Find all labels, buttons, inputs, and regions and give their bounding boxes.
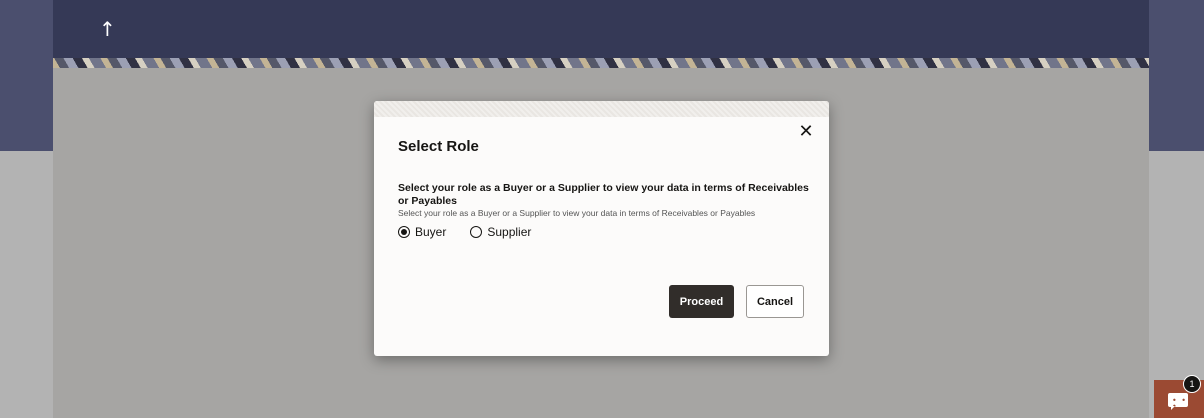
- radio-buyer-circle[interactable]: [398, 226, 410, 238]
- radio-buyer[interactable]: Buyer: [398, 225, 446, 239]
- radio-supplier-label[interactable]: Supplier: [487, 225, 531, 239]
- dialog-description-sub: Select your role as a Buyer or a Supplie…: [398, 208, 756, 218]
- dialog-description: Select your role as a Buyer or a Supplie…: [398, 182, 809, 207]
- chat-icon: • • •: [1168, 393, 1188, 411]
- top-header: [53, 0, 1149, 58]
- radio-supplier[interactable]: Supplier: [470, 225, 531, 239]
- dialog-title: Select Role: [398, 138, 479, 155]
- proceed-button[interactable]: Proceed: [669, 285, 734, 318]
- dialog-decorative-strip: [374, 101, 829, 117]
- radio-supplier-circle[interactable]: [470, 226, 483, 238]
- decorative-pattern-strip: [53, 58, 1149, 68]
- chat-notification-badge: 1: [1183, 375, 1201, 393]
- arrow-up-icon[interactable]: ↑: [99, 18, 116, 40]
- radio-selected-dot: [401, 229, 407, 235]
- cancel-button[interactable]: Cancel: [746, 285, 804, 318]
- radio-buyer-label[interactable]: Buyer: [415, 225, 446, 239]
- role-radio-group: Buyer Supplier: [398, 224, 555, 240]
- select-role-dialog: ✕ Select Role Select your role as a Buye…: [374, 101, 829, 356]
- close-icon[interactable]: ✕: [798, 123, 814, 141]
